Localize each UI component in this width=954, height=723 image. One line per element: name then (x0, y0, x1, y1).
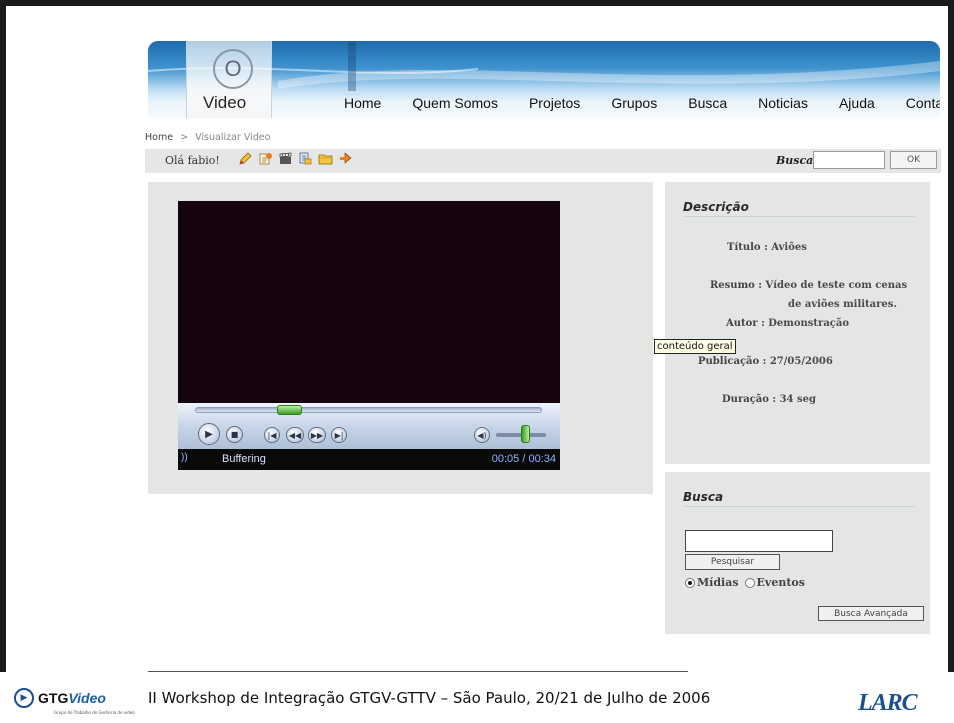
description-panel: Descrição Título : Aviões Resumo : Vídeo… (665, 182, 930, 464)
slide-border-left (0, 0, 6, 672)
seek-handle[interactable] (276, 405, 302, 415)
stop-button[interactable]: ■ (226, 426, 243, 443)
nav-quem-somos[interactable]: Quem Somos (412, 95, 498, 111)
breadcrumb-home[interactable]: Home (145, 132, 173, 143)
play-button[interactable]: ▶ (198, 423, 220, 445)
skip-forward-button[interactable]: ▶| (331, 427, 347, 443)
film-reel-icon: O (213, 49, 253, 89)
toolbar-icons (238, 151, 353, 166)
resumo-value-line2: de aviões militares. (788, 299, 897, 310)
player-status-text: Buffering (222, 453, 266, 465)
search-panel-input[interactable] (685, 530, 833, 552)
mute-button[interactable]: ◀) (474, 427, 490, 443)
clapper-icon[interactable] (278, 151, 293, 166)
user-greeting: Olá fabio! (165, 154, 220, 167)
breadcrumb-current: Visualizar Video (195, 132, 271, 143)
top-search-input[interactable] (813, 151, 885, 169)
video-panel: ▶ ■ |◀ ◀◀ ▶▶ ▶| ◀) )) Buffering 00:05 / … (148, 182, 653, 494)
resumo-label: Resumo : (710, 280, 762, 291)
top-search-label: Busca (776, 154, 814, 167)
player-time: 00:05 / 00:34 (491, 453, 556, 465)
pesquisar-button[interactable]: Pesquisar (685, 554, 780, 570)
nav-ajuda[interactable]: Ajuda (839, 95, 875, 111)
gtgvideo-play-icon: ▶ (14, 688, 34, 708)
folder-icon[interactable] (318, 151, 333, 166)
print-icon[interactable] (338, 151, 353, 166)
resumo-field-continued: de aviões militares. (788, 295, 897, 314)
resumo-value-line1: Vídeo de teste com cenas (765, 280, 908, 291)
fast-forward-button[interactable]: ▶▶ (308, 427, 326, 443)
nav-busca[interactable]: Busca (688, 95, 727, 111)
slide-border-right (948, 0, 954, 672)
titulo-field: Título : Aviões (727, 238, 807, 257)
publicacao-field: Publicação : 27/05/2006 (698, 352, 833, 371)
footer-divider (148, 671, 688, 672)
titulo-value: Aviões (771, 242, 807, 253)
main-nav: Home Quem Somos Projetos Grupos Busca No… (344, 95, 940, 111)
user-toolbar: Olá fabio! Busca OK (145, 149, 941, 173)
footer-event-text: II Workshop de Integração GTGV-GTTV – Sã… (148, 689, 711, 707)
gtgvideo-logo-subtitle: Grupo de Trabalho de Gerência de vídeo (54, 710, 135, 715)
nav-noticias[interactable]: Noticias (758, 95, 808, 111)
duracao-field: Duração : 34 seg (722, 390, 816, 409)
top-search-ok-button[interactable]: OK (890, 151, 937, 169)
player-status-bar: )) Buffering 00:05 / 00:34 (178, 449, 560, 470)
autor-label: Autor : (726, 318, 765, 329)
radio-eventos[interactable] (744, 577, 755, 588)
gtgvideo-logo-text: GTGVideo (38, 690, 106, 706)
edit-icon[interactable] (238, 151, 253, 166)
radio-midias-label[interactable]: Mídias (697, 576, 739, 589)
duracao-value: 34 seg (779, 394, 816, 405)
video-player[interactable]: ▶ ■ |◀ ◀◀ ▶▶ ▶| ◀) )) Buffering 00:05 / … (178, 201, 560, 470)
autor-field: Autor : Demonstração (726, 314, 849, 333)
upload-icon[interactable] (258, 151, 273, 166)
skip-back-button[interactable]: |◀ (264, 427, 280, 443)
rewind-button[interactable]: ◀◀ (286, 427, 304, 443)
nav-grupos[interactable]: Grupos (611, 95, 657, 111)
buffering-icon: )) (181, 452, 188, 463)
breadcrumb-separator: > (180, 132, 189, 143)
people-icon[interactable] (298, 151, 313, 166)
publicacao-label: Publicação : (698, 356, 767, 367)
site-logo-label: Video (203, 93, 247, 112)
titulo-label: Título : (727, 242, 768, 253)
search-type-options: Mídias Eventos (685, 576, 811, 589)
nav-projetos[interactable]: Projetos (529, 95, 580, 111)
nav-home[interactable]: Home (344, 95, 381, 111)
gtgvideo-logo: ▶ GTGVideo Grupo de Trabalho de Gerência… (14, 688, 135, 715)
player-controls: ▶ ■ |◀ ◀◀ ▶▶ ▶| ◀) (178, 403, 560, 449)
volume-handle[interactable] (520, 425, 530, 443)
resumo-field: Resumo : Vídeo de teste com cenas (710, 276, 907, 295)
seek-bar[interactable] (195, 407, 542, 413)
duracao-label: Duração : (722, 394, 777, 405)
slide-border-top (0, 0, 954, 6)
nav-contato[interactable]: Contato (906, 95, 940, 111)
larc-logo: LARC (858, 690, 918, 716)
radio-midias[interactable] (685, 577, 695, 588)
description-heading: Descrição (683, 200, 915, 217)
site-logo[interactable]: O Video (186, 41, 272, 118)
breadcrumb: Home > Visualizar Video (145, 132, 270, 143)
site-header: O Video Home Quem Somos Projetos Grupos … (148, 41, 940, 118)
autor-value: Demonstração (768, 318, 850, 329)
search-panel: Busca Pesquisar Mídias Eventos Busca Ava… (665, 472, 930, 634)
publicacao-value: 27/05/2006 (769, 356, 833, 367)
busca-avancada-button[interactable]: Busca Avançada (818, 606, 924, 621)
search-panel-heading: Busca (683, 490, 915, 507)
radio-eventos-label[interactable]: Eventos (757, 576, 805, 589)
content-tooltip: conteúdo geral (654, 339, 736, 354)
